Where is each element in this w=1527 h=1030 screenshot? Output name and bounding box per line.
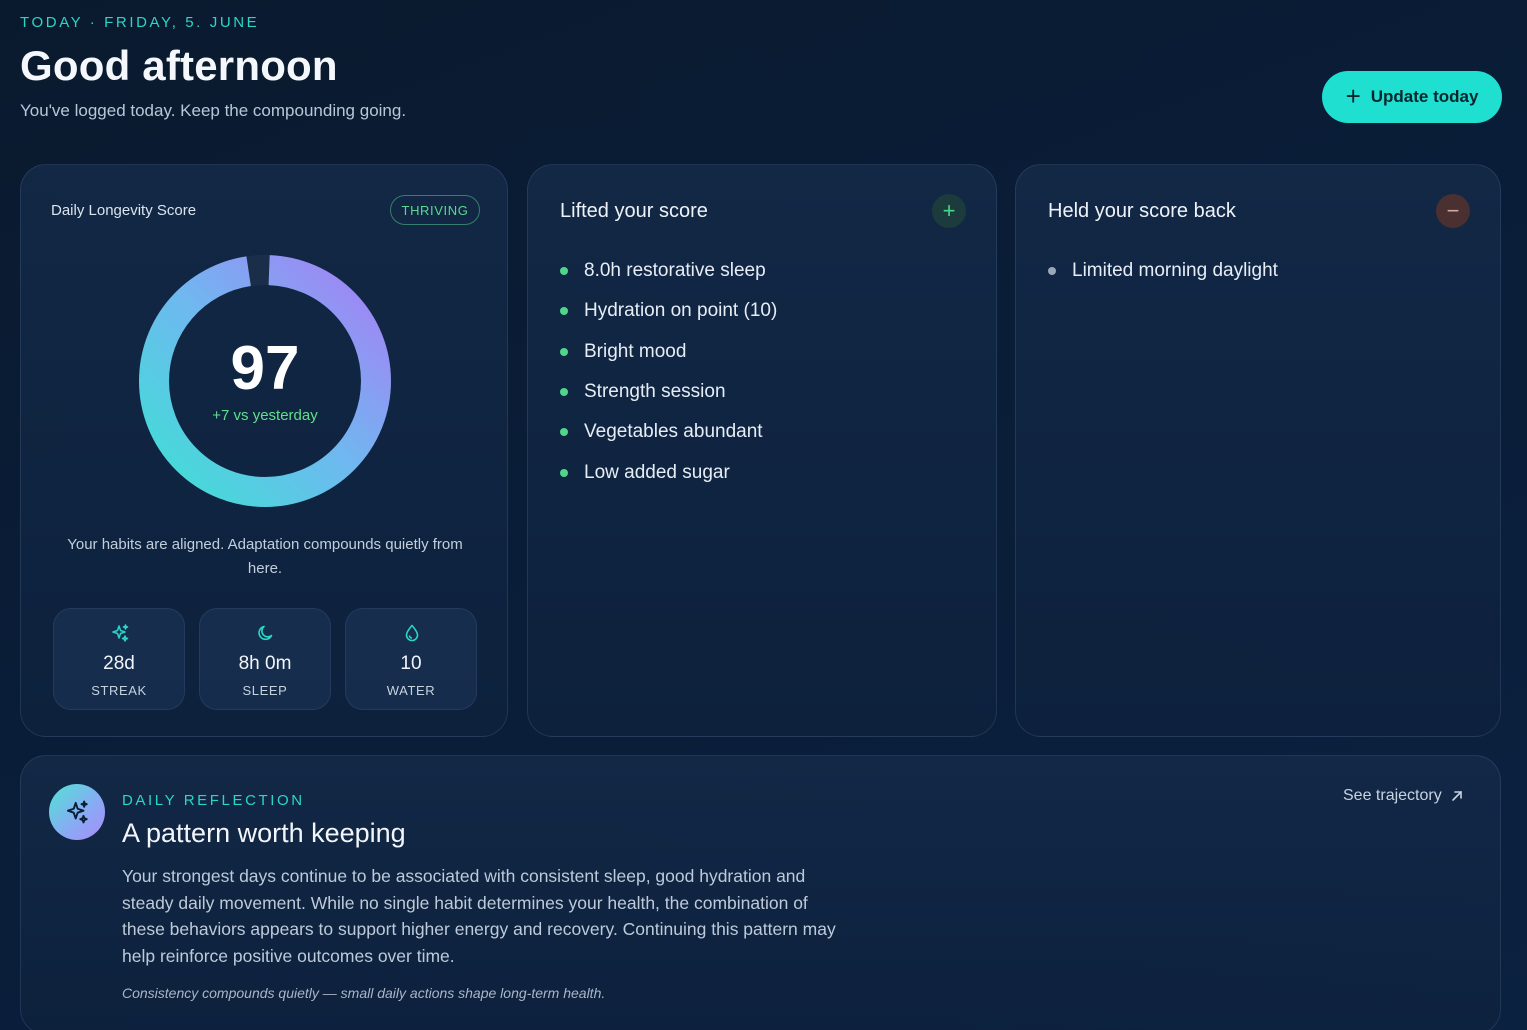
add-lift-button[interactable]: + [932, 194, 966, 228]
bullet-dot [560, 267, 568, 276]
list-item: Bright mood [560, 332, 777, 372]
bullet-dot [560, 307, 568, 316]
list-item: Vegetables abundant [560, 412, 777, 452]
list-item-label: Vegetables abundant [584, 421, 763, 443]
reflection-eyebrow: DAILY REFLECTION [122, 792, 305, 809]
arrow-up-right-icon [1451, 791, 1462, 801]
held-title: Held your score back [1048, 200, 1236, 222]
minus-icon: − [1446, 198, 1460, 223]
reflection-body: Your strongest days continue to be assoc… [122, 866, 836, 966]
page-subtitle: You've logged today. Keep the compoundin… [20, 101, 407, 120]
held-score-card: Held your score back − Limited morning d… [1015, 164, 1501, 737]
sparkles-icon [66, 800, 88, 824]
list-item-label: 8.0h restorative sleep [584, 260, 766, 282]
date-eyebrow: TODAY · FRIDAY, 5. JUNE [20, 14, 260, 31]
list-item: Limited morning daylight [1048, 251, 1278, 291]
update-today-button[interactable]: + Update today [1322, 71, 1502, 123]
stat-label: SLEEP [242, 683, 288, 698]
stat-water: 10 WATER [345, 608, 477, 710]
longevity-score-card: Daily Longevity Score THRIVING 97 +7 vs … [20, 164, 508, 737]
score-card-label: Daily Longevity Score [51, 202, 197, 219]
bullet-dot [560, 428, 568, 437]
see-trajectory-link[interactable]: See trajectory [1343, 787, 1464, 805]
reflection-title: A pattern worth keeping [122, 818, 406, 848]
daily-reflection-card: DAILY REFLECTION A pattern worth keeping… [20, 755, 1501, 1030]
stat-value: 28d [103, 653, 135, 674]
list-item-label: Bright mood [584, 340, 687, 362]
stat-value: 10 [400, 653, 422, 674]
bullet-dot [560, 347, 568, 356]
list-item: Hydration on point (10) [560, 291, 777, 331]
list-item-label: Low added sugar [584, 461, 730, 483]
lifted-title: Lifted your score [560, 200, 708, 222]
score-delta: +7 vs yesterday [212, 407, 318, 424]
list-item-label: Limited morning daylight [1072, 260, 1278, 282]
lifted-score-card: Lifted your score + 8.0h restorative sle… [527, 164, 997, 737]
see-trajectory-label: See trajectory [1343, 787, 1442, 804]
plus-icon: + [1345, 80, 1361, 111]
stat-streak: 28d STREAK [53, 608, 185, 710]
list-item: 8.0h restorative sleep [560, 251, 777, 291]
stat-sleep: 8h 0m SLEEP [199, 608, 331, 710]
bullet-dot [560, 468, 568, 477]
status-badge: THRIVING [390, 195, 480, 225]
list-item: Strength session [560, 372, 777, 412]
score-message: Your habits are aligned. Adaptation comp… [67, 536, 463, 577]
sparkles-icon [112, 624, 129, 642]
bullet-dot [560, 388, 568, 397]
lifted-list: 8.0h restorative sleep Hydration on poin… [560, 251, 777, 493]
dashboard-page: TODAY · FRIDAY, 5. JUNE Good afternoon Y… [0, 0, 1527, 1030]
held-list: Limited morning daylight [1048, 251, 1278, 291]
add-held-button[interactable]: − [1436, 194, 1470, 228]
moon-icon [258, 625, 273, 641]
stat-value: 8h 0m [238, 653, 292, 674]
droplet-icon [405, 624, 419, 642]
reflection-avatar [49, 784, 105, 840]
update-today-label: Update today [1370, 87, 1479, 106]
reflection-quote: Consistency compounds quietly — small da… [122, 985, 606, 1001]
page-title: Good afternoon [20, 42, 338, 89]
list-item-label: Strength session [584, 381, 726, 403]
list-item: Low added sugar [560, 452, 777, 492]
score-value: 97 [230, 334, 300, 403]
bullet-dot [1048, 267, 1056, 276]
plus-icon: + [942, 198, 956, 223]
stat-label: WATER [386, 683, 436, 698]
list-item-label: Hydration on point (10) [584, 300, 778, 322]
stat-label: STREAK [91, 683, 147, 698]
